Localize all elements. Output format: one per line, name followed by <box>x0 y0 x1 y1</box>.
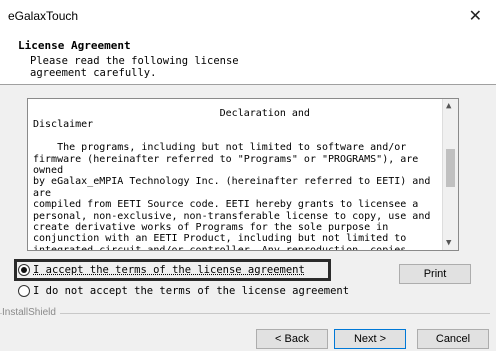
accept-label[interactable]: I accept the terms of the license agreem… <box>33 264 305 276</box>
license-textbox[interactable]: Declaration and Disclaimer The programs,… <box>27 98 459 251</box>
window-title: eGalaxTouch <box>8 9 79 23</box>
scroll-down-icon[interactable]: ▼ <box>446 238 451 248</box>
page-title: License Agreement <box>18 39 131 52</box>
accept-option[interactable]: I accept the terms of the license agreem… <box>18 264 305 276</box>
decline-radio[interactable] <box>18 285 30 297</box>
print-button[interactable]: Print <box>399 264 471 284</box>
next-button[interactable]: Next > <box>334 329 406 349</box>
scroll-thumb[interactable] <box>446 149 455 187</box>
license-scrollbar[interactable]: ▲ ▼ <box>442 99 458 250</box>
header-panel: License Agreement Please read the follow… <box>0 32 496 85</box>
divider-line <box>0 313 490 314</box>
page-subtitle: Please read the following license agreem… <box>30 55 239 79</box>
license-text: Declaration and Disclaimer The programs,… <box>33 108 431 251</box>
scroll-up-icon[interactable]: ▲ <box>446 101 451 111</box>
decline-label[interactable]: I do not accept the terms of the license… <box>33 285 349 297</box>
decline-option[interactable]: I do not accept the terms of the license… <box>18 285 349 297</box>
cancel-button[interactable]: Cancel <box>417 329 489 349</box>
title-bar: eGalaxTouch ✕ <box>0 0 496 32</box>
accept-radio[interactable] <box>18 264 30 276</box>
installshield-divider: InstallShield <box>0 307 496 319</box>
installshield-label: InstallShield <box>2 307 60 318</box>
back-button[interactable]: < Back <box>256 329 328 349</box>
close-icon[interactable]: ✕ <box>469 6 482 26</box>
